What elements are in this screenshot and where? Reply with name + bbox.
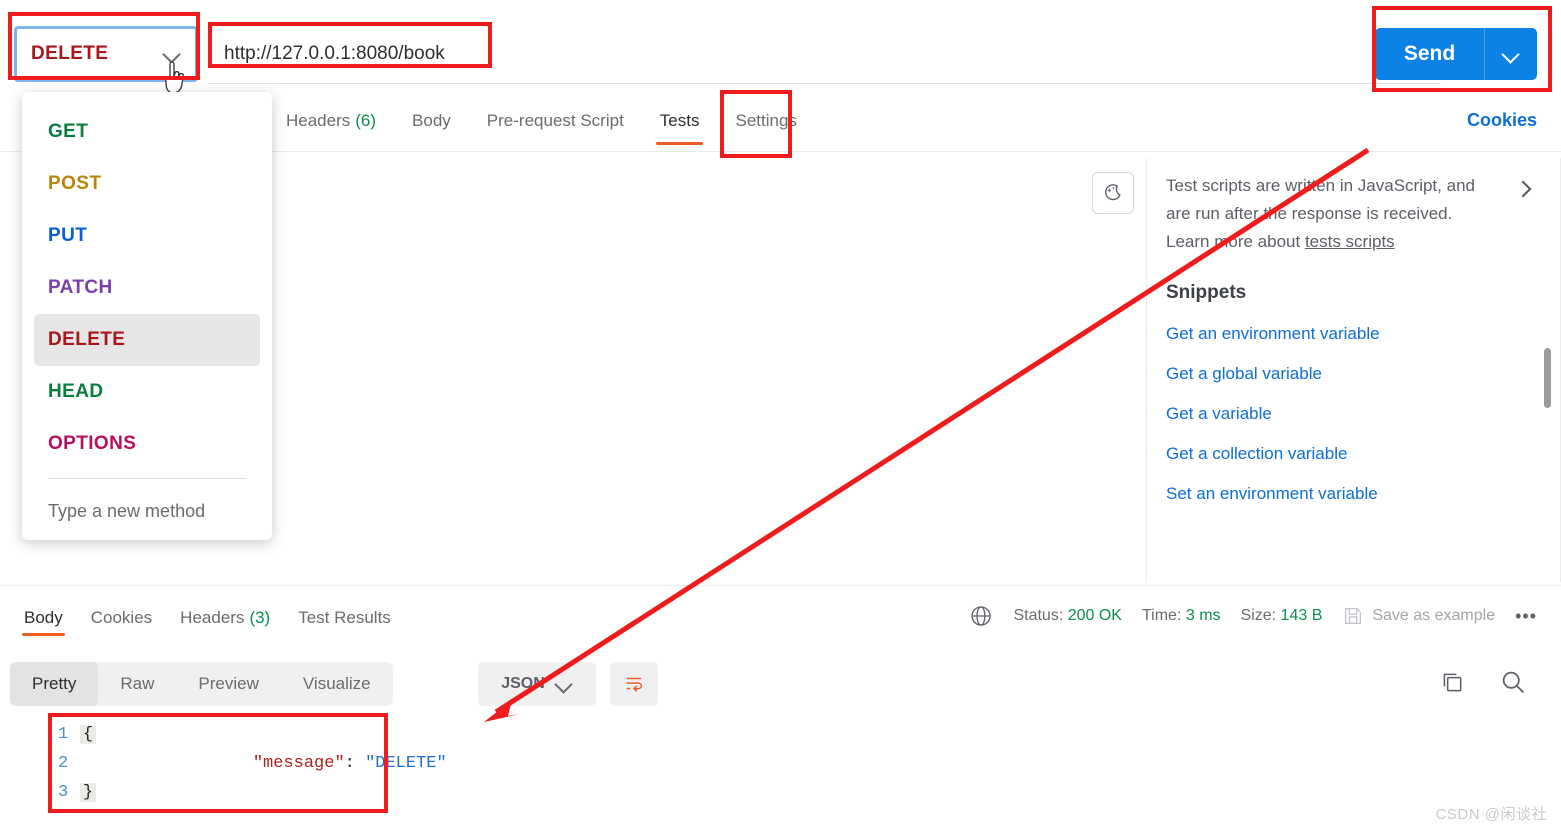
tab-pre-request-script-label: Pre-request Script (486, 111, 624, 130)
snippet-item-2[interactable]: Get a variable (1166, 404, 1539, 424)
method-option-get[interactable]: GET (34, 106, 260, 158)
tab-tests-label: Tests (659, 111, 700, 130)
json-key: "message" (252, 754, 345, 773)
method-selector[interactable]: DELETE (14, 26, 198, 82)
json-colon: : (344, 754, 366, 773)
response-tab-headers-label: Headers (180, 608, 245, 627)
tests-scripts-link[interactable]: tests scripts (1305, 232, 1395, 251)
size-group: Size: 143 B (1241, 607, 1323, 625)
tab-headers-label: Headers (286, 111, 351, 130)
response-tab-body[interactable]: Body (10, 600, 77, 636)
time-label: Time: (1141, 607, 1182, 624)
snippet-item-3[interactable]: Get a collection variable (1166, 444, 1539, 464)
response-tab-cookies-label: Cookies (90, 608, 153, 627)
send-options-button[interactable] (1485, 45, 1537, 63)
snippet-item-4[interactable]: Set an environment variable (1166, 484, 1539, 504)
snippets-description-line1: Test scripts are written in JavaScript, (1166, 176, 1442, 195)
method-option-head[interactable]: HEAD (34, 366, 260, 418)
tab-body-label: Body (412, 111, 451, 130)
snippet-item-0[interactable]: Get an environment variable (1166, 324, 1539, 344)
chevron-down-icon (163, 45, 181, 63)
save-as-example-label: Save as example (1372, 607, 1496, 624)
json-value: "DELETE" (365, 754, 447, 773)
snippets-title: Snippets (1166, 282, 1247, 303)
view-mode-visualize[interactable]: Visualize (281, 662, 393, 706)
method-dropdown-menu[interactable]: GET POST PUT PATCH DELETE HEAD OPTIONS T… (22, 92, 272, 540)
response-tab-headers-count: (3) (249, 608, 271, 627)
method-option-put[interactable]: PUT (34, 210, 260, 262)
watermark: CSDN @闲谈社 (1435, 806, 1547, 823)
snippets-description: Test scripts are written in JavaScript, … (1166, 172, 1496, 256)
view-mode-pretty[interactable]: Pretty (10, 662, 99, 706)
word-wrap-icon[interactable] (610, 662, 658, 706)
status-label: Status: (1013, 607, 1064, 624)
tab-headers-count: (6) (355, 111, 377, 130)
tab-headers[interactable]: Headers (6) (268, 100, 394, 142)
snippets-sidebar: Test scripts are written in JavaScript, … (1148, 158, 1561, 582)
method-option-post[interactable]: POST (34, 158, 260, 210)
url-input-value: http://127.0.0.1:8080/book (224, 42, 445, 64)
ellipsis-icon[interactable]: ••• (1515, 606, 1537, 627)
request-bar: DELETE http://127.0.0.1:8080/book Send (0, 10, 1561, 94)
response-body-right-tools (1439, 668, 1527, 696)
format-selector-label: JSON (501, 675, 545, 692)
response-body-code[interactable]: 1 { 2 "message": "DELETE" 3 } (0, 714, 1561, 832)
chevron-right-icon[interactable] (1515, 180, 1531, 196)
globe-icon (971, 606, 992, 626)
tab-tests[interactable]: Tests (642, 100, 718, 145)
chevron-down-icon (555, 675, 573, 693)
floppy-disk-icon (1345, 608, 1362, 624)
response-tab-body-label: Body (24, 608, 63, 627)
tab-body[interactable]: Body (394, 100, 469, 142)
fold-marker[interactable]: } (80, 783, 96, 802)
view-mode-raw[interactable]: Raw (98, 662, 176, 706)
response-tab-cookies[interactable]: Cookies (77, 600, 166, 636)
response-tab-test-results[interactable]: Test Results (284, 600, 405, 636)
response-tab-test-results-label: Test Results (298, 608, 391, 627)
send-button-label: Send (1403, 42, 1456, 65)
time-group: Time: 3 ms (1142, 607, 1221, 625)
new-method-input[interactable]: Type a new method (34, 487, 260, 535)
snippets-scrollbar-thumb[interactable] (1544, 348, 1551, 408)
view-mode-segmented-control: Pretty Raw Preview Visualize (10, 662, 393, 706)
size-value: 143 B (1280, 607, 1323, 624)
tab-pre-request-script[interactable]: Pre-request Script (469, 100, 642, 142)
url-input[interactable]: http://127.0.0.1:8080/book (208, 24, 1441, 84)
response-tab-headers[interactable]: Headers (3) (166, 600, 284, 636)
response-body-toolbar: Pretty Raw Preview Visualize JSON (0, 658, 1561, 712)
status-value: 200 OK (1067, 607, 1122, 624)
method-option-patch[interactable]: PATCH (34, 262, 260, 314)
time-value: 3 ms (1185, 607, 1221, 624)
magic-wand-icon[interactable] (1092, 172, 1134, 214)
postman-window: DELETE http://127.0.0.1:8080/book Send H… (0, 0, 1561, 832)
cookies-link[interactable]: Cookies (1467, 110, 1537, 131)
line-number: 3 (58, 783, 69, 802)
fold-marker[interactable]: { (80, 725, 96, 744)
chevron-down-icon (1502, 45, 1520, 63)
line-number: 1 (58, 725, 69, 744)
search-icon[interactable] (1499, 668, 1527, 696)
tab-settings-label: Settings (735, 111, 797, 130)
response-tab-strip: Body Cookies Headers (3) Test Results (10, 600, 405, 636)
copy-icon[interactable] (1439, 669, 1465, 695)
line-number: 2 (58, 754, 69, 773)
method-option-delete[interactable]: DELETE (34, 314, 260, 366)
view-mode-preview[interactable]: Preview (176, 662, 280, 706)
save-as-example-button[interactable]: Save as example (1342, 605, 1495, 627)
status-group: Status: 200 OK (1013, 607, 1122, 625)
response-status-bar: Body Cookies Headers (3) Test Results St… (0, 585, 1561, 655)
size-label: Size: (1240, 607, 1277, 624)
dropdown-divider (48, 478, 246, 479)
format-selector[interactable]: JSON (478, 662, 596, 706)
send-button[interactable]: Send (1375, 28, 1537, 80)
response-meta: Status: 200 OK Time: 3 ms Size: 143 B Sa… (969, 604, 1537, 628)
code-line: 2 "message": "DELETE" (46, 749, 447, 778)
tab-settings[interactable]: Settings (717, 100, 814, 142)
code-text: "message": "DELETE" (96, 735, 447, 792)
method-option-options[interactable]: OPTIONS (34, 418, 260, 470)
method-selector-label: DELETE (31, 43, 109, 64)
code-lines: 1 { 2 "message": "DELETE" 3 } (46, 720, 447, 807)
snippet-item-1[interactable]: Get a global variable (1166, 364, 1539, 384)
